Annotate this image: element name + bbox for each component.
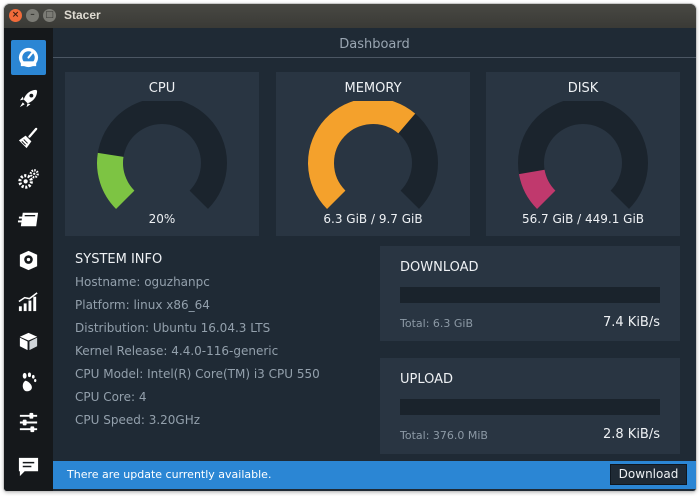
download-speed: 7.4 KiB/s bbox=[602, 315, 660, 330]
title-bar: × – □ Stacer bbox=[4, 4, 696, 28]
sidebar-item-resources[interactable] bbox=[11, 284, 46, 319]
close-window-button[interactable]: × bbox=[9, 9, 22, 22]
download-panel: DOWNLOAD Total: 6.3 GiB 7.4 KiB/s bbox=[380, 246, 680, 341]
upload-panel: UPLOAD Total: 376.0 MiB 2.8 KiB/s bbox=[380, 358, 680, 454]
app-window: × – □ Stacer Dashboard CPU 20% MEMORY 6.… bbox=[4, 4, 696, 491]
info-kernel-release: Kernel Release: 4.4.0-116-generic bbox=[75, 344, 279, 358]
resources-icon bbox=[18, 292, 38, 312]
feedback-icon bbox=[18, 457, 39, 477]
services-icon bbox=[17, 212, 39, 227]
info-platform: Platform: linux x86_64 bbox=[75, 298, 210, 312]
cpu-value: 20% bbox=[148, 212, 176, 226]
sidebar-item-services[interactable] bbox=[11, 162, 46, 197]
disk-title: DISK bbox=[567, 81, 599, 96]
memory-gauge-fill bbox=[308, 101, 416, 209]
page-title: Dashboard bbox=[339, 37, 410, 52]
sidebar-item-gnome-settings[interactable] bbox=[11, 365, 46, 400]
maximize-window-button[interactable]: □ bbox=[43, 9, 56, 22]
sidebar-item-processes[interactable] bbox=[11, 202, 46, 237]
header-divider bbox=[53, 57, 696, 58]
cpu-gauge bbox=[97, 101, 227, 209]
sidebar-item-startup-apps[interactable] bbox=[11, 81, 46, 116]
info-distribution: Distribution: Ubuntu 16.04.3 LTS bbox=[75, 321, 271, 335]
memory-title: MEMORY bbox=[344, 81, 402, 96]
upload-title: UPLOAD bbox=[400, 372, 454, 387]
update-message: There are update currently available. bbox=[67, 468, 272, 481]
uninstaller-icon bbox=[19, 250, 38, 271]
memory-gauge bbox=[308, 101, 438, 209]
dashboard-icon bbox=[18, 47, 39, 68]
upload-speed: 2.8 KiB/s bbox=[602, 427, 660, 442]
window-title: Stacer bbox=[64, 8, 101, 22]
cpu-title: CPU bbox=[148, 81, 176, 96]
cpu-card: CPU 20% bbox=[65, 72, 259, 236]
sidebar-item-feedback[interactable] bbox=[11, 449, 46, 484]
cpu-gauge-fill bbox=[97, 152, 135, 209]
minimize-window-button[interactable]: – bbox=[26, 9, 39, 22]
rocket-icon bbox=[19, 89, 38, 108]
dashboard-panel: Dashboard CPU 20% MEMORY 6.3 GiB / 9.7 G… bbox=[53, 28, 696, 491]
download-update-button[interactable]: Download bbox=[610, 464, 687, 485]
package-icon bbox=[19, 332, 38, 351]
sidebar-item-dashboard[interactable] bbox=[11, 40, 46, 75]
gnome-foot-icon bbox=[22, 372, 37, 392]
info-hostname: Hostname: oguzhanpc bbox=[75, 275, 210, 289]
download-bar bbox=[400, 287, 660, 303]
memory-card: MEMORY 6.3 GiB / 9.7 GiB bbox=[276, 72, 470, 236]
info-cpu-speed: CPU Speed: 3.20GHz bbox=[75, 413, 201, 427]
memory-value: 6.3 GiB / 9.7 GiB bbox=[323, 212, 423, 226]
disk-gauge-fill bbox=[518, 169, 556, 209]
download-total: Total: 6.3 GiB bbox=[400, 317, 474, 330]
sidebar bbox=[4, 28, 53, 491]
sidebar-item-uninstaller[interactable] bbox=[11, 243, 46, 278]
upload-bar bbox=[400, 399, 660, 415]
download-title: DOWNLOAD bbox=[400, 260, 479, 275]
disk-gauge bbox=[518, 101, 648, 209]
system-info-panel: SYSTEM INFO Hostname: oguzhanpc Platform… bbox=[75, 252, 375, 435]
broom-icon bbox=[18, 127, 38, 149]
disk-card: DISK 56.7 GiB / 449.1 GiB bbox=[486, 72, 680, 236]
info-cpu-model: CPU Model: Intel(R) Core(TM) i3 CPU 550 bbox=[75, 367, 320, 381]
system-info-title: SYSTEM INFO bbox=[75, 252, 163, 267]
sidebar-item-settings[interactable] bbox=[11, 405, 46, 440]
gears-icon bbox=[18, 169, 39, 189]
info-cpu-core: CPU Core: 4 bbox=[75, 390, 147, 404]
disk-value: 56.7 GiB / 449.1 GiB bbox=[521, 212, 645, 226]
settings-sliders-icon bbox=[19, 412, 38, 433]
sidebar-item-apt-repository[interactable] bbox=[11, 324, 46, 359]
update-notification-bar: There are update currently available. Do… bbox=[53, 461, 696, 489]
sidebar-item-system-cleaner[interactable] bbox=[11, 121, 46, 156]
upload-total: Total: 376.0 MiB bbox=[400, 429, 488, 442]
